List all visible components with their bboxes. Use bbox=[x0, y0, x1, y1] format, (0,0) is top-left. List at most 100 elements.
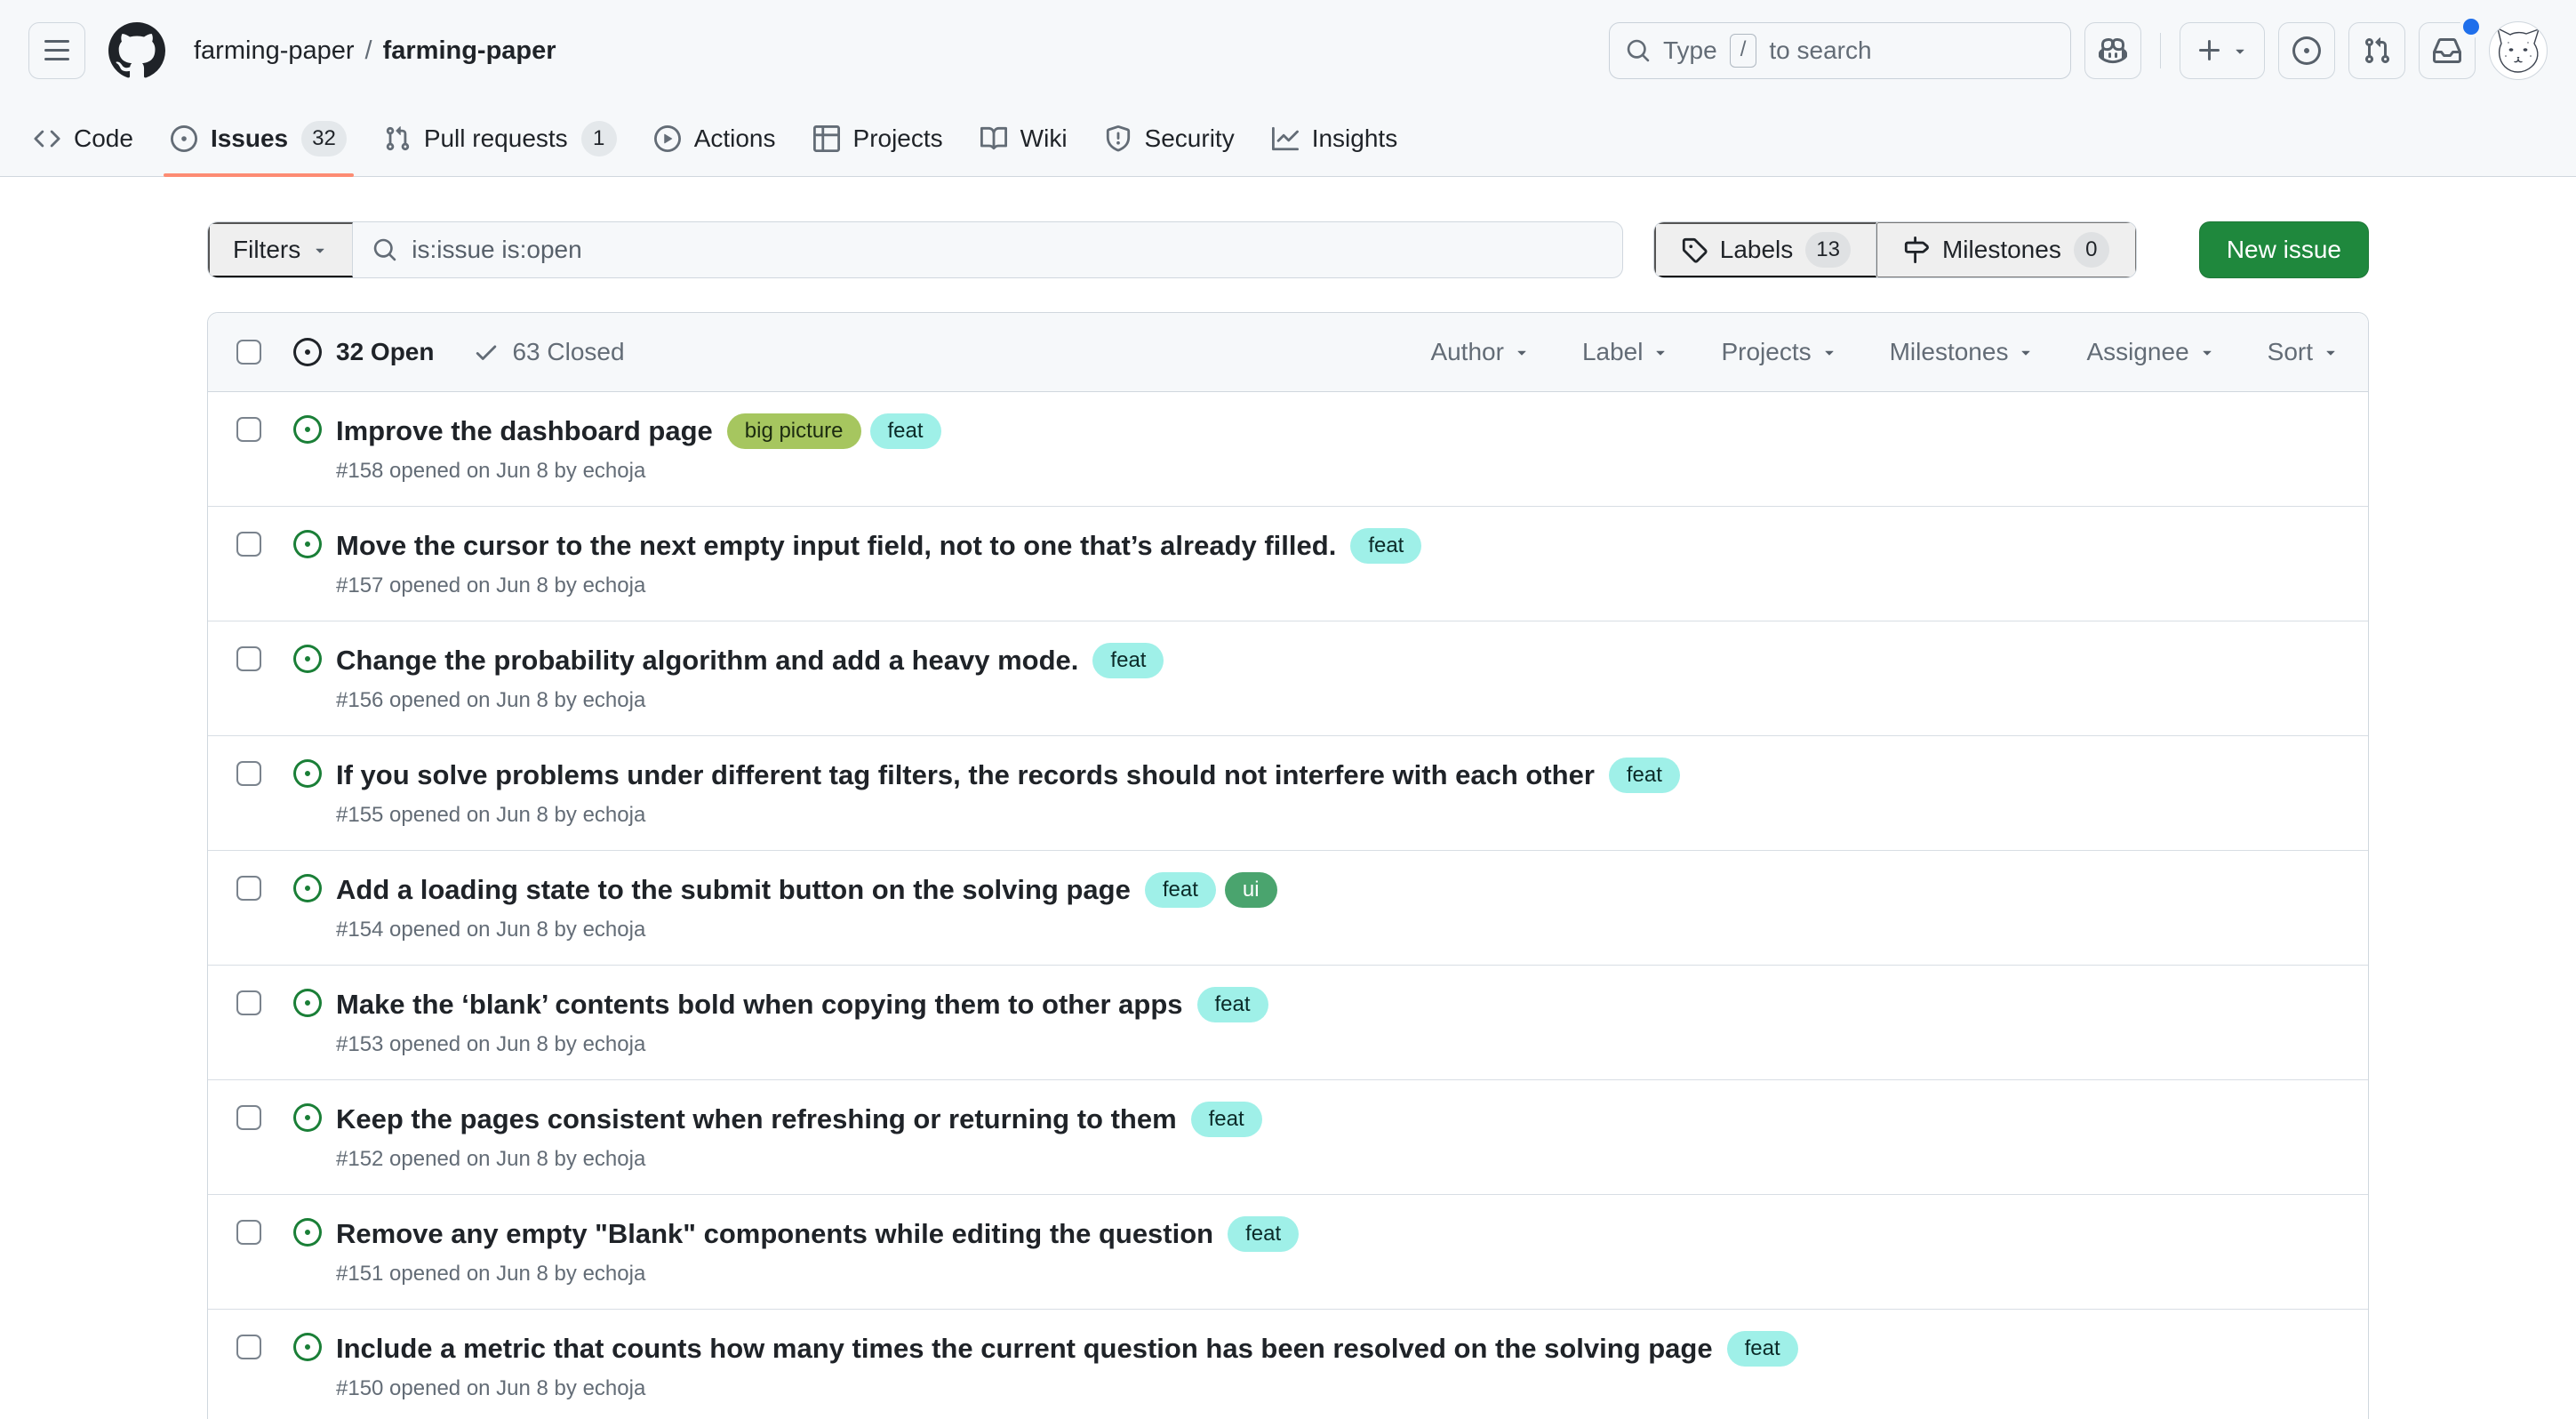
tab-actions[interactable]: Actions bbox=[638, 101, 792, 176]
issue-main: Keep the pages consistent when refreshin… bbox=[336, 1098, 2340, 1173]
issue-title-link[interactable]: Remove any empty "Blank" components whil… bbox=[336, 1213, 1213, 1255]
create-new-button[interactable] bbox=[2180, 22, 2265, 79]
tab-security[interactable]: Security bbox=[1089, 101, 1251, 176]
projects-dropdown[interactable]: Projects bbox=[1721, 338, 1837, 366]
tab-projects[interactable]: Projects bbox=[797, 101, 959, 176]
issue-label-badge[interactable]: feat bbox=[1191, 1102, 1262, 1137]
github-logo[interactable] bbox=[108, 22, 165, 79]
issue-opened-icon bbox=[293, 415, 322, 485]
issue-title-link[interactable]: Make the ‘blank’ contents bold when copy… bbox=[336, 983, 1183, 1026]
issue-checkbox[interactable] bbox=[236, 417, 261, 442]
issue-title-link[interactable]: Change the probability algorithm and add… bbox=[336, 639, 1078, 682]
issue-meta: #154 opened on Jun 8 by echoja bbox=[336, 917, 2340, 943]
tab-wiki[interactable]: Wiki bbox=[964, 101, 1084, 176]
assignee-dropdown[interactable]: Assignee bbox=[2086, 338, 2215, 366]
tab-icon bbox=[980, 125, 1007, 152]
issue-main: Remove any empty "Blank" components whil… bbox=[336, 1213, 2340, 1287]
issue-checkbox[interactable] bbox=[236, 1105, 261, 1130]
issue-row: Keep the pages consistent when refreshin… bbox=[208, 1079, 2368, 1194]
avatar[interactable] bbox=[2489, 21, 2548, 80]
issues-list-header: 32 Open 63 Closed Author Label Projects … bbox=[208, 313, 2368, 392]
copilot-button[interactable] bbox=[2084, 22, 2141, 79]
issue-label-badge[interactable]: ui bbox=[1225, 872, 1277, 908]
main-content: Filters is:issue is:open Labels 13 Miles… bbox=[0, 177, 2576, 1419]
issue-label-badge[interactable]: feat bbox=[1092, 643, 1164, 678]
issue-title-link[interactable]: Improve the dashboard page bbox=[336, 410, 713, 453]
header-top: farming-paper / farming-paper Type / to … bbox=[0, 0, 2576, 101]
breadcrumb-repo[interactable]: farming-paper bbox=[383, 36, 556, 66]
issue-meta: #151 opened on Jun 8 by echoja bbox=[336, 1261, 2340, 1287]
issue-label-badge[interactable]: feat bbox=[1727, 1331, 1798, 1367]
tab-issues[interactable]: Issues 32 bbox=[155, 101, 363, 176]
your-pull-requests-button[interactable] bbox=[2348, 22, 2405, 79]
filter-search-group: Filters is:issue is:open bbox=[207, 221, 1623, 278]
open-issues-toggle[interactable]: 32 Open bbox=[293, 338, 434, 366]
new-issue-button[interactable]: New issue bbox=[2199, 221, 2369, 278]
tab-icon bbox=[654, 125, 681, 152]
plus-icon bbox=[2196, 36, 2224, 65]
issue-title-link[interactable]: Add a loading state to the submit button… bbox=[336, 869, 1131, 911]
sort-dropdown[interactable]: Sort bbox=[2268, 338, 2340, 366]
issue-label-badge[interactable]: feat bbox=[1228, 1216, 1299, 1252]
issue-row: Change the probability algorithm and add… bbox=[208, 621, 2368, 735]
issue-label-badge[interactable]: feat bbox=[1145, 872, 1216, 908]
breadcrumb-separator: / bbox=[365, 36, 372, 66]
issue-opened-icon bbox=[2292, 36, 2321, 65]
issue-rows: Improve the dashboard page big picturefe… bbox=[208, 392, 2368, 1419]
issue-checkbox[interactable] bbox=[236, 1335, 261, 1359]
issue-meta: #155 opened on Jun 8 by echoja bbox=[336, 802, 2340, 829]
closed-issues-toggle[interactable]: 63 Closed bbox=[473, 338, 624, 366]
search-icon bbox=[372, 237, 397, 262]
inbox-icon bbox=[2433, 36, 2461, 65]
dropdown-label: Projects bbox=[1721, 338, 1811, 366]
issues-list: 32 Open 63 Closed Author Label Projects … bbox=[207, 312, 2369, 1419]
issue-title-link[interactable]: Keep the pages consistent when refreshin… bbox=[336, 1098, 1177, 1141]
issue-label-badge[interactable]: feat bbox=[870, 413, 941, 449]
milestones-dropdown[interactable]: Milestones bbox=[1890, 338, 2036, 366]
milestones-button[interactable]: Milestones 0 bbox=[1876, 222, 2136, 277]
issue-opened-icon bbox=[293, 338, 322, 366]
issue-title-link[interactable]: If you solve problems under different ta… bbox=[336, 754, 1595, 797]
author-dropdown[interactable]: Author bbox=[1430, 338, 1531, 366]
tab-insights[interactable]: Insights bbox=[1256, 101, 1414, 176]
issue-meta: #157 opened on Jun 8 by echoja bbox=[336, 573, 2340, 599]
issue-labels: feat bbox=[1092, 643, 1164, 678]
issue-meta: #150 opened on Jun 8 by echoja bbox=[336, 1375, 2340, 1402]
issue-checkbox[interactable] bbox=[236, 532, 261, 557]
issue-checkbox[interactable] bbox=[236, 646, 261, 671]
milestones-count: 0 bbox=[2074, 232, 2109, 268]
issue-row: Add a loading state to the submit button… bbox=[208, 850, 2368, 965]
breadcrumb-owner[interactable]: farming-paper bbox=[194, 36, 355, 66]
issue-checkbox[interactable] bbox=[236, 990, 261, 1015]
tab-pull-requests[interactable]: Pull requests 1 bbox=[368, 101, 633, 176]
issue-label-badge[interactable]: feat bbox=[1609, 758, 1680, 793]
issue-title-link[interactable]: Include a metric that counts how many ti… bbox=[336, 1327, 1713, 1370]
issue-title-link[interactable]: Move the cursor to the next empty input … bbox=[336, 525, 1336, 567]
issue-opened-icon bbox=[293, 759, 322, 829]
filters-dropdown[interactable]: Filters bbox=[208, 222, 353, 277]
app-header: farming-paper / farming-paper Type / to … bbox=[0, 0, 2576, 177]
issue-label-badge[interactable]: big picture bbox=[727, 413, 861, 449]
issues-search-input[interactable]: is:issue is:open bbox=[353, 222, 1622, 277]
labels-button[interactable]: Labels 13 bbox=[1654, 222, 1876, 277]
select-all-checkbox[interactable] bbox=[236, 340, 261, 365]
tab-label: Code bbox=[74, 124, 133, 153]
issue-label-badge[interactable]: feat bbox=[1350, 528, 1421, 564]
your-issues-button[interactable] bbox=[2278, 22, 2335, 79]
tab-icon bbox=[1105, 125, 1132, 152]
tab-icon bbox=[34, 125, 60, 152]
tab-label: Issues bbox=[211, 124, 288, 153]
issue-checkbox[interactable] bbox=[236, 1220, 261, 1245]
hamburger-icon bbox=[43, 36, 71, 65]
hamburger-button[interactable] bbox=[28, 22, 85, 79]
labels-count: 13 bbox=[1805, 232, 1851, 268]
issue-checkbox[interactable] bbox=[236, 876, 261, 901]
global-search-input[interactable]: Type / to search bbox=[1609, 22, 2071, 79]
label-dropdown[interactable]: Label bbox=[1582, 338, 1670, 366]
issues-toolbar: Filters is:issue is:open Labels 13 Miles… bbox=[207, 221, 2369, 278]
issue-main: Change the probability algorithm and add… bbox=[336, 639, 2340, 714]
issue-label-badge[interactable]: feat bbox=[1197, 987, 1268, 1022]
issue-checkbox[interactable] bbox=[236, 761, 261, 786]
issue-labels: feat bbox=[1350, 528, 1421, 564]
tab-code[interactable]: Code bbox=[18, 101, 149, 176]
